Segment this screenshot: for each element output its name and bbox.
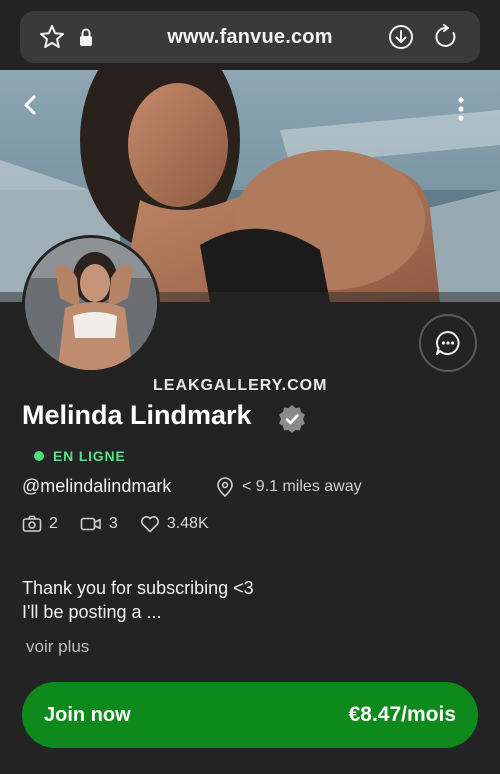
- verified-badge-icon: [279, 405, 305, 433]
- video-count: 3: [80, 515, 118, 533]
- download-icon[interactable]: [387, 23, 415, 51]
- profile-stats: 2 3 3.48K: [22, 515, 231, 533]
- online-status-label: EN LIGNE: [53, 448, 126, 464]
- avatar[interactable]: [22, 235, 160, 373]
- back-icon[interactable]: [16, 90, 46, 120]
- bio-line: I'll be posting a ...: [22, 602, 162, 622]
- distance-text: < 9.1 miles away: [242, 478, 362, 495]
- online-dot-icon: [34, 451, 44, 461]
- heart-icon: [140, 516, 159, 533]
- location-pin-icon: [217, 477, 233, 497]
- avatar-image: [25, 238, 157, 370]
- bio-line: Thank you for subscribing <3: [22, 578, 254, 598]
- location-info: < 9.1 miles away: [216, 477, 362, 497]
- like-count-value: 3.48K: [166, 515, 209, 532]
- address-bar[interactable]: www.fanvue.com: [20, 11, 480, 63]
- browser-bar: www.fanvue.com: [0, 0, 500, 70]
- photo-count-value: 2: [49, 515, 58, 532]
- see-more-link[interactable]: voir plus: [26, 637, 89, 657]
- profile-handle: @melindalindmark: [22, 476, 172, 496]
- message-button[interactable]: [419, 314, 477, 372]
- join-now-label: Join now: [44, 703, 131, 726]
- online-status: EN LIGNE: [34, 448, 126, 464]
- photo-count: 2: [22, 515, 58, 533]
- like-count: 3.48K: [140, 515, 209, 533]
- join-now-button[interactable]: Join now €8.47/mois: [22, 682, 478, 748]
- video-count-value: 3: [108, 515, 118, 532]
- more-vertical-icon[interactable]: [446, 94, 476, 124]
- subscription-price: €8.47/mois: [348, 703, 456, 726]
- reload-icon[interactable]: [432, 23, 460, 51]
- chat-bubble-icon: [436, 331, 460, 355]
- watermark-text: LEAKGALLERY.COM: [153, 377, 328, 394]
- video-camera-icon: [80, 517, 101, 531]
- profile-bio: Thank you for subscribing <3 I'll be pos…: [22, 576, 254, 624]
- profile-name: Melinda Lindmark: [22, 400, 252, 430]
- camera-icon: [22, 515, 42, 532]
